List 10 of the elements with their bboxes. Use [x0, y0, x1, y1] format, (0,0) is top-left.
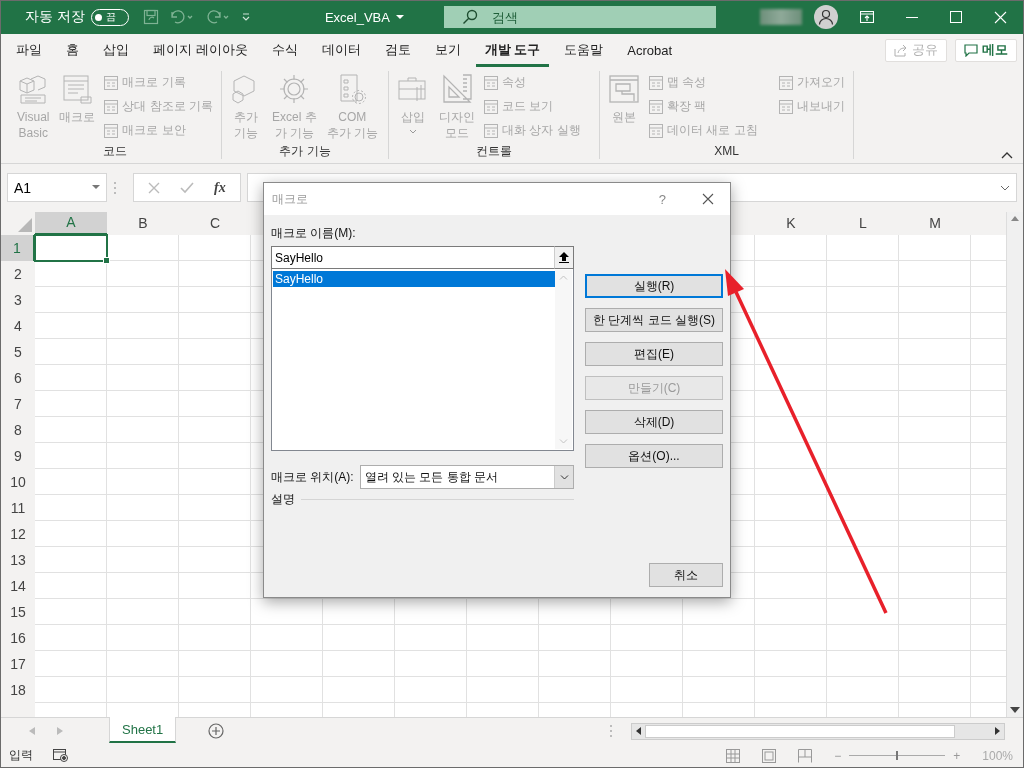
group-label: 코드 [102, 142, 128, 159]
group-label: XML [713, 142, 740, 159]
status-mode: 입력 [9, 747, 33, 765]
group-label: 컨트롤 [475, 142, 513, 159]
dialog-title: 매크로 [272, 190, 308, 208]
group-label: 추가 기능 [278, 142, 332, 159]
autosave-label: 자동 저장 [25, 8, 85, 27]
field-label: 매크로 위치(A): [271, 468, 354, 486]
description-label: 설명 [271, 491, 295, 508]
field-label: 매크로 이름(M): [271, 225, 357, 242]
